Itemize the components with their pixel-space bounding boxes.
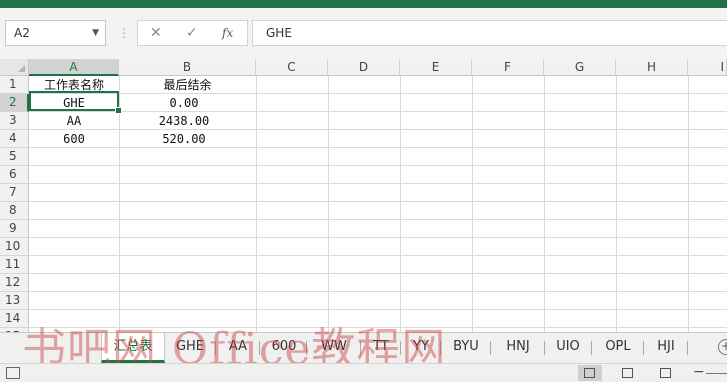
column-header-g[interactable]: G [544, 59, 616, 76]
title-bar [0, 0, 727, 8]
sheet-tab-hji[interactable]: HJI [648, 333, 684, 363]
sheet-tab-opl[interactable]: OPL [596, 333, 640, 363]
gridline [29, 255, 727, 256]
gridline [29, 309, 727, 310]
row-header-9[interactable]: 9 [0, 220, 29, 238]
gridline [29, 273, 727, 274]
row-header-10[interactable]: 10 [0, 238, 29, 256]
cell-b2[interactable]: 0.00 [119, 94, 249, 112]
tab-separator [306, 341, 307, 355]
column-header-i[interactable]: I [688, 59, 727, 76]
formula-bar: A2 ▼ ⋮ ✕ ✓ fx GHE [0, 8, 727, 59]
sheet-tab-hnj[interactable]: HNJ [495, 333, 541, 363]
select-all-button[interactable] [0, 59, 29, 76]
row-header-8[interactable]: 8 [0, 202, 29, 220]
sheet-tab-summary[interactable]: 汇总表 [101, 333, 165, 363]
page-layout-view-button[interactable] [616, 365, 640, 381]
formula-input[interactable]: GHE [252, 20, 727, 46]
gridline [472, 76, 473, 332]
column-header-d[interactable]: D [328, 59, 400, 76]
row-header-5[interactable]: 5 [0, 148, 29, 166]
tab-separator [360, 341, 361, 355]
gridline [29, 165, 727, 166]
row-header-3[interactable]: 3 [0, 112, 29, 130]
name-box-value: A2 [14, 26, 30, 40]
cell-a3[interactable]: AA [29, 112, 119, 130]
more-options-icon[interactable]: ⋮ [118, 26, 130, 40]
cell-a4[interactable]: 600 [29, 130, 119, 148]
add-sheet-icon[interactable]: + [718, 339, 727, 355]
column-header-f[interactable]: F [472, 59, 544, 76]
cell-b4[interactable]: 520.00 [119, 130, 249, 148]
tab-separator [215, 341, 216, 355]
status-bar: − [0, 363, 727, 382]
gridline [400, 76, 401, 332]
tab-separator [544, 341, 545, 355]
gridline [328, 76, 329, 332]
gridline [29, 291, 727, 292]
gridline [29, 237, 727, 238]
sheet-tab-ghe[interactable]: GHE [168, 333, 212, 363]
gridline [29, 219, 727, 220]
row-header-12[interactable]: 12 [0, 274, 29, 292]
cell-b3[interactable]: 2438.00 [119, 112, 249, 130]
tab-separator [687, 341, 688, 355]
normal-view-button[interactable] [578, 365, 602, 381]
row-header-14[interactable]: 14 [0, 310, 29, 328]
tab-separator [490, 341, 491, 355]
gridline [29, 183, 727, 184]
cell-b1[interactable]: 最后结余 [119, 76, 256, 94]
macro-record-icon[interactable] [6, 367, 20, 379]
column-header-b[interactable]: B [119, 59, 256, 76]
row-header-4[interactable]: 4 [0, 130, 29, 148]
sheet-tab-bar: 汇总表 GHE AA 600 WW TT YY BYU HNJ UIO OPL … [0, 332, 727, 363]
tab-separator [259, 341, 260, 355]
enter-icon[interactable]: ✓ [186, 24, 198, 42]
column-header-c[interactable]: C [256, 59, 328, 76]
cancel-icon[interactable]: ✕ [150, 24, 162, 42]
row-header-1[interactable]: 1 [0, 76, 29, 94]
gridline [29, 327, 727, 328]
page-layout-icon [622, 368, 633, 378]
tab-separator [400, 341, 401, 355]
sheet-tab-byu[interactable]: BYU [445, 333, 487, 363]
column-header-a[interactable]: A [29, 59, 119, 76]
sheet-tab-uio[interactable]: UIO [549, 333, 587, 363]
tab-separator [643, 341, 644, 355]
sheet-tab-600[interactable]: 600 [264, 333, 304, 363]
gridline [544, 76, 545, 332]
page-break-icon [660, 368, 671, 378]
worksheet-grid[interactable]: A B C D E F G H I 1 2 3 4 5 6 7 8 9 10 1… [0, 59, 727, 332]
row-header-11[interactable]: 11 [0, 256, 29, 274]
zoom-out-icon[interactable]: − [693, 364, 705, 381]
active-cell-border [29, 91, 119, 111]
row-header-2[interactable]: 2 [0, 94, 29, 112]
grid-icon [584, 368, 595, 378]
page-break-view-button[interactable] [654, 365, 678, 381]
fill-handle[interactable] [115, 107, 122, 114]
column-header-h[interactable]: H [616, 59, 688, 76]
sheet-tab-ww[interactable]: WW [311, 333, 357, 363]
insert-function-icon[interactable]: fx [222, 24, 233, 42]
formula-buttons: ✕ ✓ fx [137, 20, 248, 46]
zoom-slider[interactable] [706, 373, 727, 374]
gridline [256, 76, 257, 332]
row-header-13[interactable]: 13 [0, 292, 29, 310]
tab-separator [591, 341, 592, 355]
sheet-tab-yy[interactable]: YY [405, 333, 437, 363]
sheet-tab-aa[interactable]: AA [220, 333, 256, 363]
row-header-7[interactable]: 7 [0, 184, 29, 202]
sheet-tab-tt[interactable]: TT [365, 333, 397, 363]
gridline [29, 201, 727, 202]
chevron-down-icon[interactable]: ▼ [92, 21, 99, 45]
gridline [616, 76, 617, 332]
row-header-6[interactable]: 6 [0, 166, 29, 184]
name-box[interactable]: A2 ▼ [5, 20, 106, 46]
gridline [688, 76, 689, 332]
column-header-e[interactable]: E [400, 59, 472, 76]
tab-separator [440, 341, 441, 355]
